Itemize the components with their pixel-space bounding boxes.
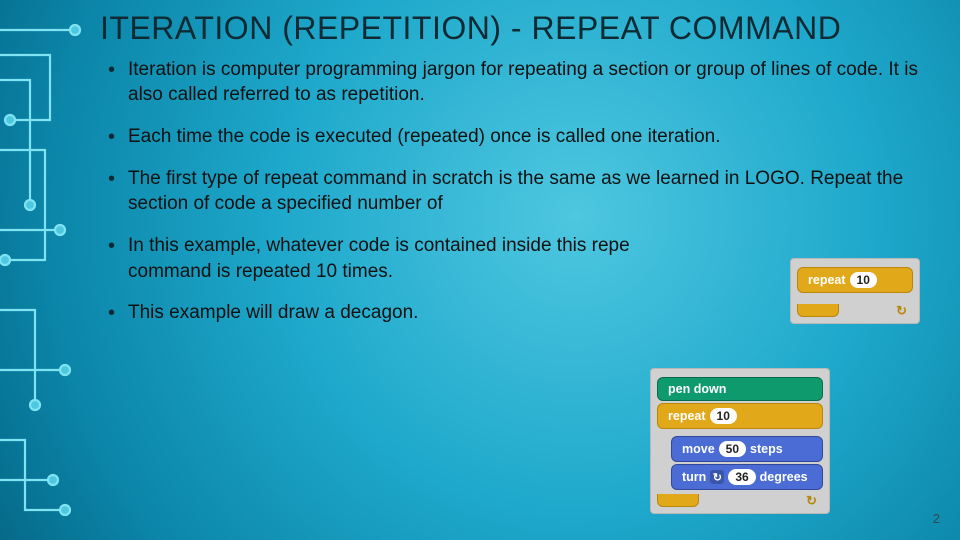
list-item: Each time the code is executed (repeated… (116, 124, 930, 150)
scratch-pen-down-block: pen down (657, 377, 823, 401)
slide-title: ITERATION (REPETITION) - REPEAT COMMAND (100, 10, 930, 47)
scratch-repeat-block: repeat 10 (657, 403, 823, 429)
move-suffix: steps (750, 442, 783, 456)
repeat-value: 10 (710, 408, 737, 424)
repeat-label: repeat (808, 273, 846, 287)
scratch-repeat-block: repeat 10 (797, 267, 913, 293)
turn-suffix: degrees (760, 470, 808, 484)
scratch-turn-block: turn ↻ 36 degrees (671, 464, 823, 490)
repeat-label: repeat (668, 409, 706, 423)
turn-cw-icon: ↻ (710, 470, 724, 484)
scratch-block-decagon: pen down repeat 10 move 50 steps turn ↻ … (650, 368, 830, 514)
repeat-value: 10 (850, 272, 877, 288)
list-item: In this example, whatever code is contai… (116, 233, 676, 284)
move-value: 50 (719, 441, 746, 457)
list-item: Iteration is computer programming jargon… (116, 57, 930, 108)
scratch-block-repeat-small: repeat 10 (790, 258, 920, 324)
move-label: move (682, 442, 715, 456)
turn-label: turn (682, 470, 706, 484)
scratch-move-block: move 50 steps (671, 436, 823, 462)
page-number: 2 (933, 511, 940, 526)
pen-down-label: pen down (668, 382, 726, 396)
turn-value: 36 (728, 469, 755, 485)
list-item: The first type of repeat command in scra… (116, 166, 930, 217)
